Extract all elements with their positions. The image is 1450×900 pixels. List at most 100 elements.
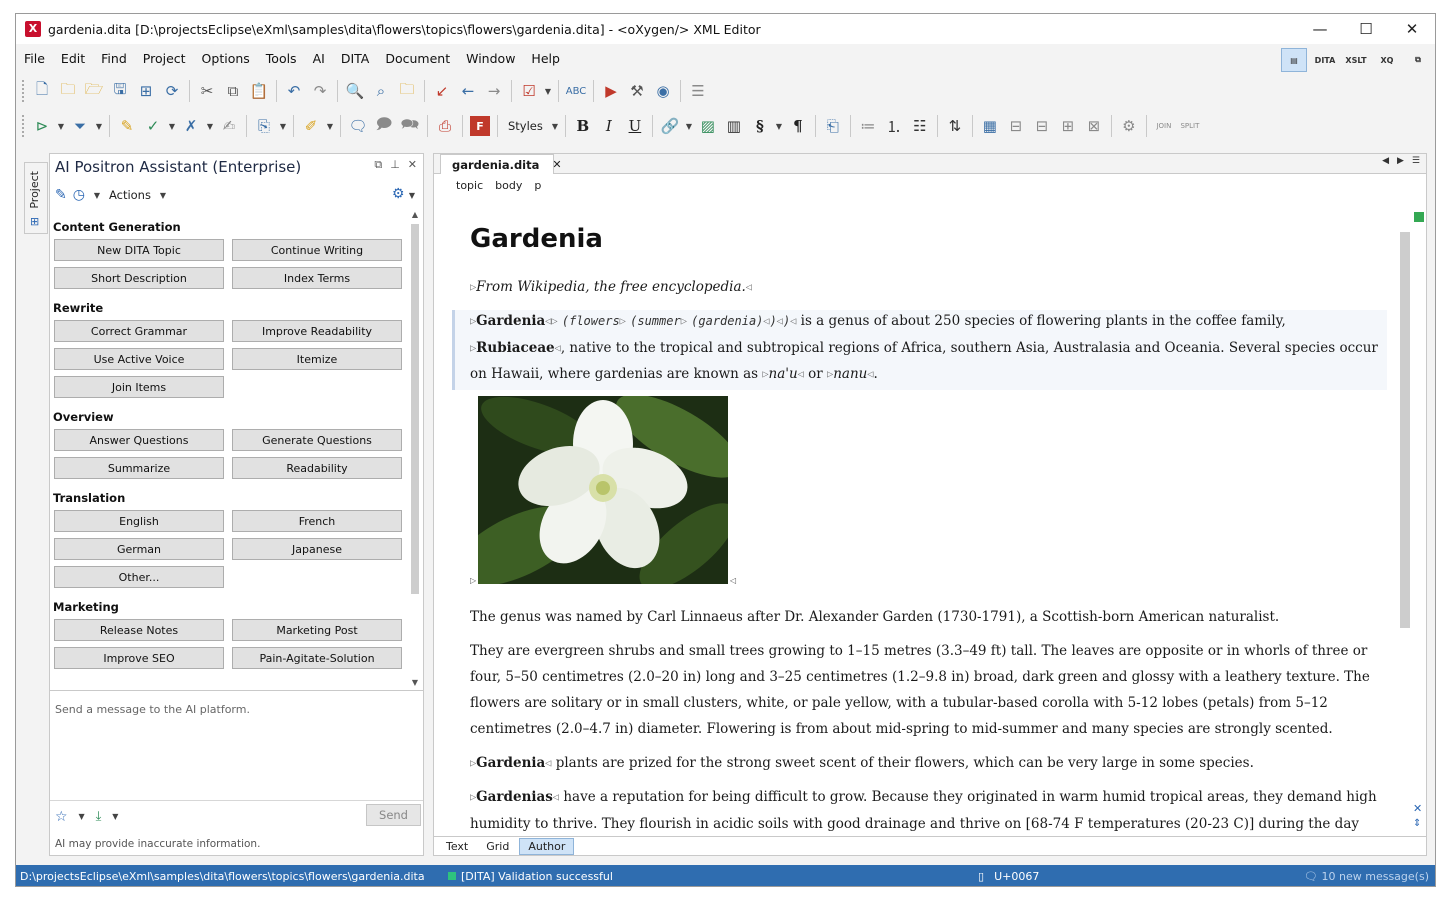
- back-icon[interactable]: ←: [455, 78, 481, 104]
- scroll-down-icon[interactable]: ▼: [409, 678, 421, 690]
- insert-list-item-icon[interactable]: ≔: [855, 113, 881, 139]
- file-tab-gardenia[interactable]: gardenia.dita ✕: [440, 154, 562, 174]
- find-icon[interactable]: 🔍: [342, 78, 368, 104]
- document-content[interactable]: Gardenia ▷From Wikipedia, the free encyc…: [452, 200, 1402, 836]
- open-file-icon[interactable]: 🗀: [55, 78, 81, 104]
- release-notes-button[interactable]: Release Notes: [54, 619, 224, 641]
- menu-dita[interactable]: DITA: [333, 51, 378, 66]
- minimize-button[interactable]: —: [1297, 14, 1343, 44]
- translate-french-button[interactable]: French: [232, 510, 402, 532]
- reject-change-icon[interactable]: ✗: [178, 113, 204, 139]
- framemaker-icon[interactable]: F: [470, 116, 490, 136]
- pain-agitate-solution-button[interactable]: Pain-Agitate-Solution: [232, 647, 402, 669]
- history-icon[interactable]: ◷: [73, 187, 85, 203]
- manage-reviews-icon[interactable]: ⎘: [251, 113, 277, 139]
- join-cells-button[interactable]: JOIN: [1151, 113, 1177, 139]
- redo-icon[interactable]: ↷: [307, 78, 333, 104]
- reviews-dropdown-icon[interactable]: ▼: [277, 113, 289, 139]
- status-messages[interactable]: 🗨 10 new message(s): [1304, 870, 1429, 883]
- validate-dropdown-icon[interactable]: ▼: [542, 78, 554, 104]
- section-dropdown-icon[interactable]: ▼: [773, 113, 785, 139]
- answer-questions-button[interactable]: Answer Questions: [54, 429, 224, 451]
- filter-dropdown-icon[interactable]: ▼: [93, 113, 105, 139]
- tab-scroll-left-icon[interactable]: ◀: [1382, 156, 1389, 166]
- editor-scrollbar[interactable]: [1400, 212, 1410, 838]
- translate-german-button[interactable]: German: [54, 538, 224, 560]
- undo-icon[interactable]: ↶: [281, 78, 307, 104]
- menu-window[interactable]: Window: [458, 51, 523, 66]
- scrollbar-thumb[interactable]: [411, 224, 419, 594]
- summarize-button[interactable]: Summarize: [54, 457, 224, 479]
- delete-column-icon[interactable]: ⊠: [1081, 113, 1107, 139]
- dita-perspective-button[interactable]: DITA: [1312, 48, 1338, 72]
- menu-file[interactable]: File: [16, 51, 53, 66]
- editor-perspective-icon[interactable]: ▤: [1281, 48, 1307, 72]
- settings-gear-icon[interactable]: ⚙ ▼: [392, 186, 415, 202]
- scroll-up-icon[interactable]: ▲: [409, 210, 421, 222]
- styles-dropdown[interactable]: Styles: [502, 119, 549, 133]
- maximize-button[interactable]: ☐: [1343, 14, 1389, 44]
- short-description-button[interactable]: Short Description: [54, 267, 224, 289]
- improve-seo-button[interactable]: Improve SEO: [54, 647, 224, 669]
- insert-paragraph-button[interactable]: ¶: [785, 113, 811, 139]
- comment-icon[interactable]: ✍: [216, 113, 242, 139]
- add-comment-icon[interactable]: 🗨: [345, 113, 371, 139]
- use-active-voice-button[interactable]: Use Active Voice: [54, 348, 224, 370]
- project-side-tab[interactable]: Project ⊞: [24, 162, 48, 234]
- itemize-button[interactable]: Itemize: [232, 348, 402, 370]
- find-in-files-icon[interactable]: ⌕: [368, 78, 394, 104]
- filter-icon[interactable]: ⏷: [67, 113, 93, 139]
- breadcrumb-p[interactable]: p: [534, 179, 541, 192]
- underline-button[interactable]: U: [622, 113, 648, 139]
- close-panel-icon[interactable]: ✕: [408, 158, 417, 172]
- actions-menu[interactable]: Actions: [109, 188, 151, 202]
- menu-ai[interactable]: AI: [305, 51, 333, 66]
- edit-comment-icon[interactable]: 🗩: [371, 113, 397, 139]
- marketing-post-button[interactable]: Marketing Post: [232, 619, 402, 641]
- tags-dropdown-icon[interactable]: ▼: [55, 113, 67, 139]
- index-terms-button[interactable]: Index Terms: [232, 267, 402, 289]
- highlight-dropdown-icon[interactable]: ▼: [324, 113, 336, 139]
- xquery-debugger-button[interactable]: XQ: [1374, 48, 1400, 72]
- toolbar-grip[interactable]: [22, 80, 25, 102]
- status-validation[interactable]: [DITA] Validation successful: [448, 870, 613, 883]
- table-properties-icon[interactable]: ⚙: [1116, 113, 1142, 139]
- delete-row-icon[interactable]: ⊟: [1029, 113, 1055, 139]
- open-url-icon[interactable]: 🗁: [81, 78, 107, 104]
- edit-profiling-icon[interactable]: ✎: [114, 113, 140, 139]
- close-window-button[interactable]: ✕: [1389, 14, 1435, 44]
- reject-dropdown-icon[interactable]: ▼: [204, 113, 216, 139]
- save-all-icon[interactable]: ⊞: [133, 78, 159, 104]
- ai-list-scrollbar[interactable]: ▲ ▼: [409, 210, 421, 690]
- database-perspective-icon[interactable]: ⧉: [1405, 48, 1431, 72]
- open-find-resource-icon[interactable]: 🗀: [394, 78, 420, 104]
- paste-icon[interactable]: 📋: [246, 78, 272, 104]
- insert-row-below-icon[interactable]: ⊟: [1003, 113, 1029, 139]
- mode-tab-grid[interactable]: Grid: [478, 839, 517, 854]
- menu-document[interactable]: Document: [377, 51, 458, 66]
- spell-check-icon[interactable]: ABC: [563, 78, 589, 104]
- breadcrumb-body[interactable]: body: [495, 179, 522, 192]
- menu-help[interactable]: Help: [523, 51, 568, 66]
- menu-find[interactable]: Find: [93, 51, 135, 66]
- tab-scroll-right-icon[interactable]: ▶: [1397, 156, 1404, 166]
- forward-icon[interactable]: →: [481, 78, 507, 104]
- improve-readability-button[interactable]: Improve Readability: [232, 320, 402, 342]
- insert-section-button[interactable]: §: [747, 113, 773, 139]
- translate-english-button[interactable]: English: [54, 510, 224, 532]
- remove-comment-icon[interactable]: 🗪: [397, 113, 423, 139]
- unordered-list-icon[interactable]: ☷: [907, 113, 933, 139]
- sort-icon[interactable]: ⇅: [942, 113, 968, 139]
- new-dita-topic-button[interactable]: New DITA Topic: [54, 239, 224, 261]
- insert-media-icon[interactable]: ▥: [721, 113, 747, 139]
- tab-list-icon[interactable]: ☰: [1412, 156, 1420, 166]
- new-chat-icon[interactable]: ✎: [55, 187, 67, 203]
- validate-icon[interactable]: ☑: [516, 78, 542, 104]
- highlight-icon[interactable]: ✐: [298, 113, 324, 139]
- readability-button[interactable]: Readability: [232, 457, 402, 479]
- new-file-icon[interactable]: 🗋: [29, 78, 55, 104]
- format-indent-icon[interactable]: ☰: [685, 78, 711, 104]
- editor-scrollbar-thumb[interactable]: [1400, 232, 1410, 628]
- pin-icon[interactable]: ⊥: [390, 158, 400, 172]
- insert-column-icon[interactable]: ⊞: [1055, 113, 1081, 139]
